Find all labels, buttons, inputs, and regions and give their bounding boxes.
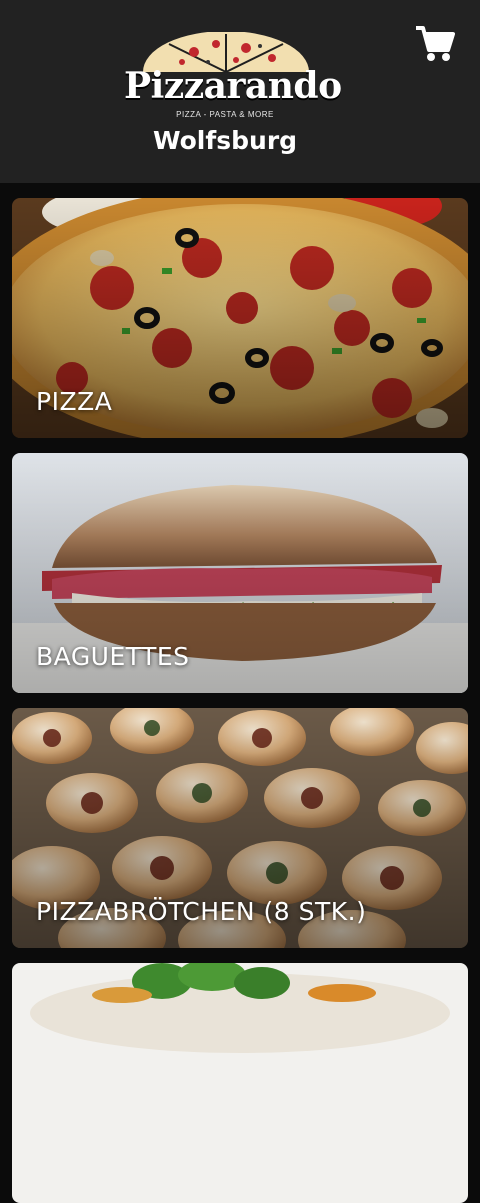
category-label: BAGUETTES: [36, 642, 190, 671]
cart-button[interactable]: [414, 24, 456, 64]
category-label: PIZZA: [36, 387, 113, 416]
brand-name: Pizzarando: [124, 65, 342, 107]
category-label: PIZZABRÖTCHEN (8 STK.): [36, 897, 367, 926]
brand-tagline: PIZZA - PASTA & MORE: [176, 110, 274, 119]
brand-logo[interactable]: Pizzarando PIZZA - PASTA & MORE Wolfsbur…: [124, 32, 342, 160]
category-card-pizzabroetchen[interactable]: PIZZABRÖTCHEN (8 STK.): [12, 708, 468, 948]
category-card-pasta[interactable]: [12, 963, 468, 1203]
pasta-photo: [12, 963, 468, 1203]
brand-city: Wolfsburg: [152, 126, 298, 155]
shopping-cart-icon: [416, 26, 455, 61]
category-card-baguettes[interactable]: BAGUETTES: [12, 453, 468, 693]
app-header: Pizzarando PIZZA - PASTA & MORE Wolfsbur…: [0, 0, 480, 183]
category-card-pizza[interactable]: PIZZA: [12, 198, 468, 438]
